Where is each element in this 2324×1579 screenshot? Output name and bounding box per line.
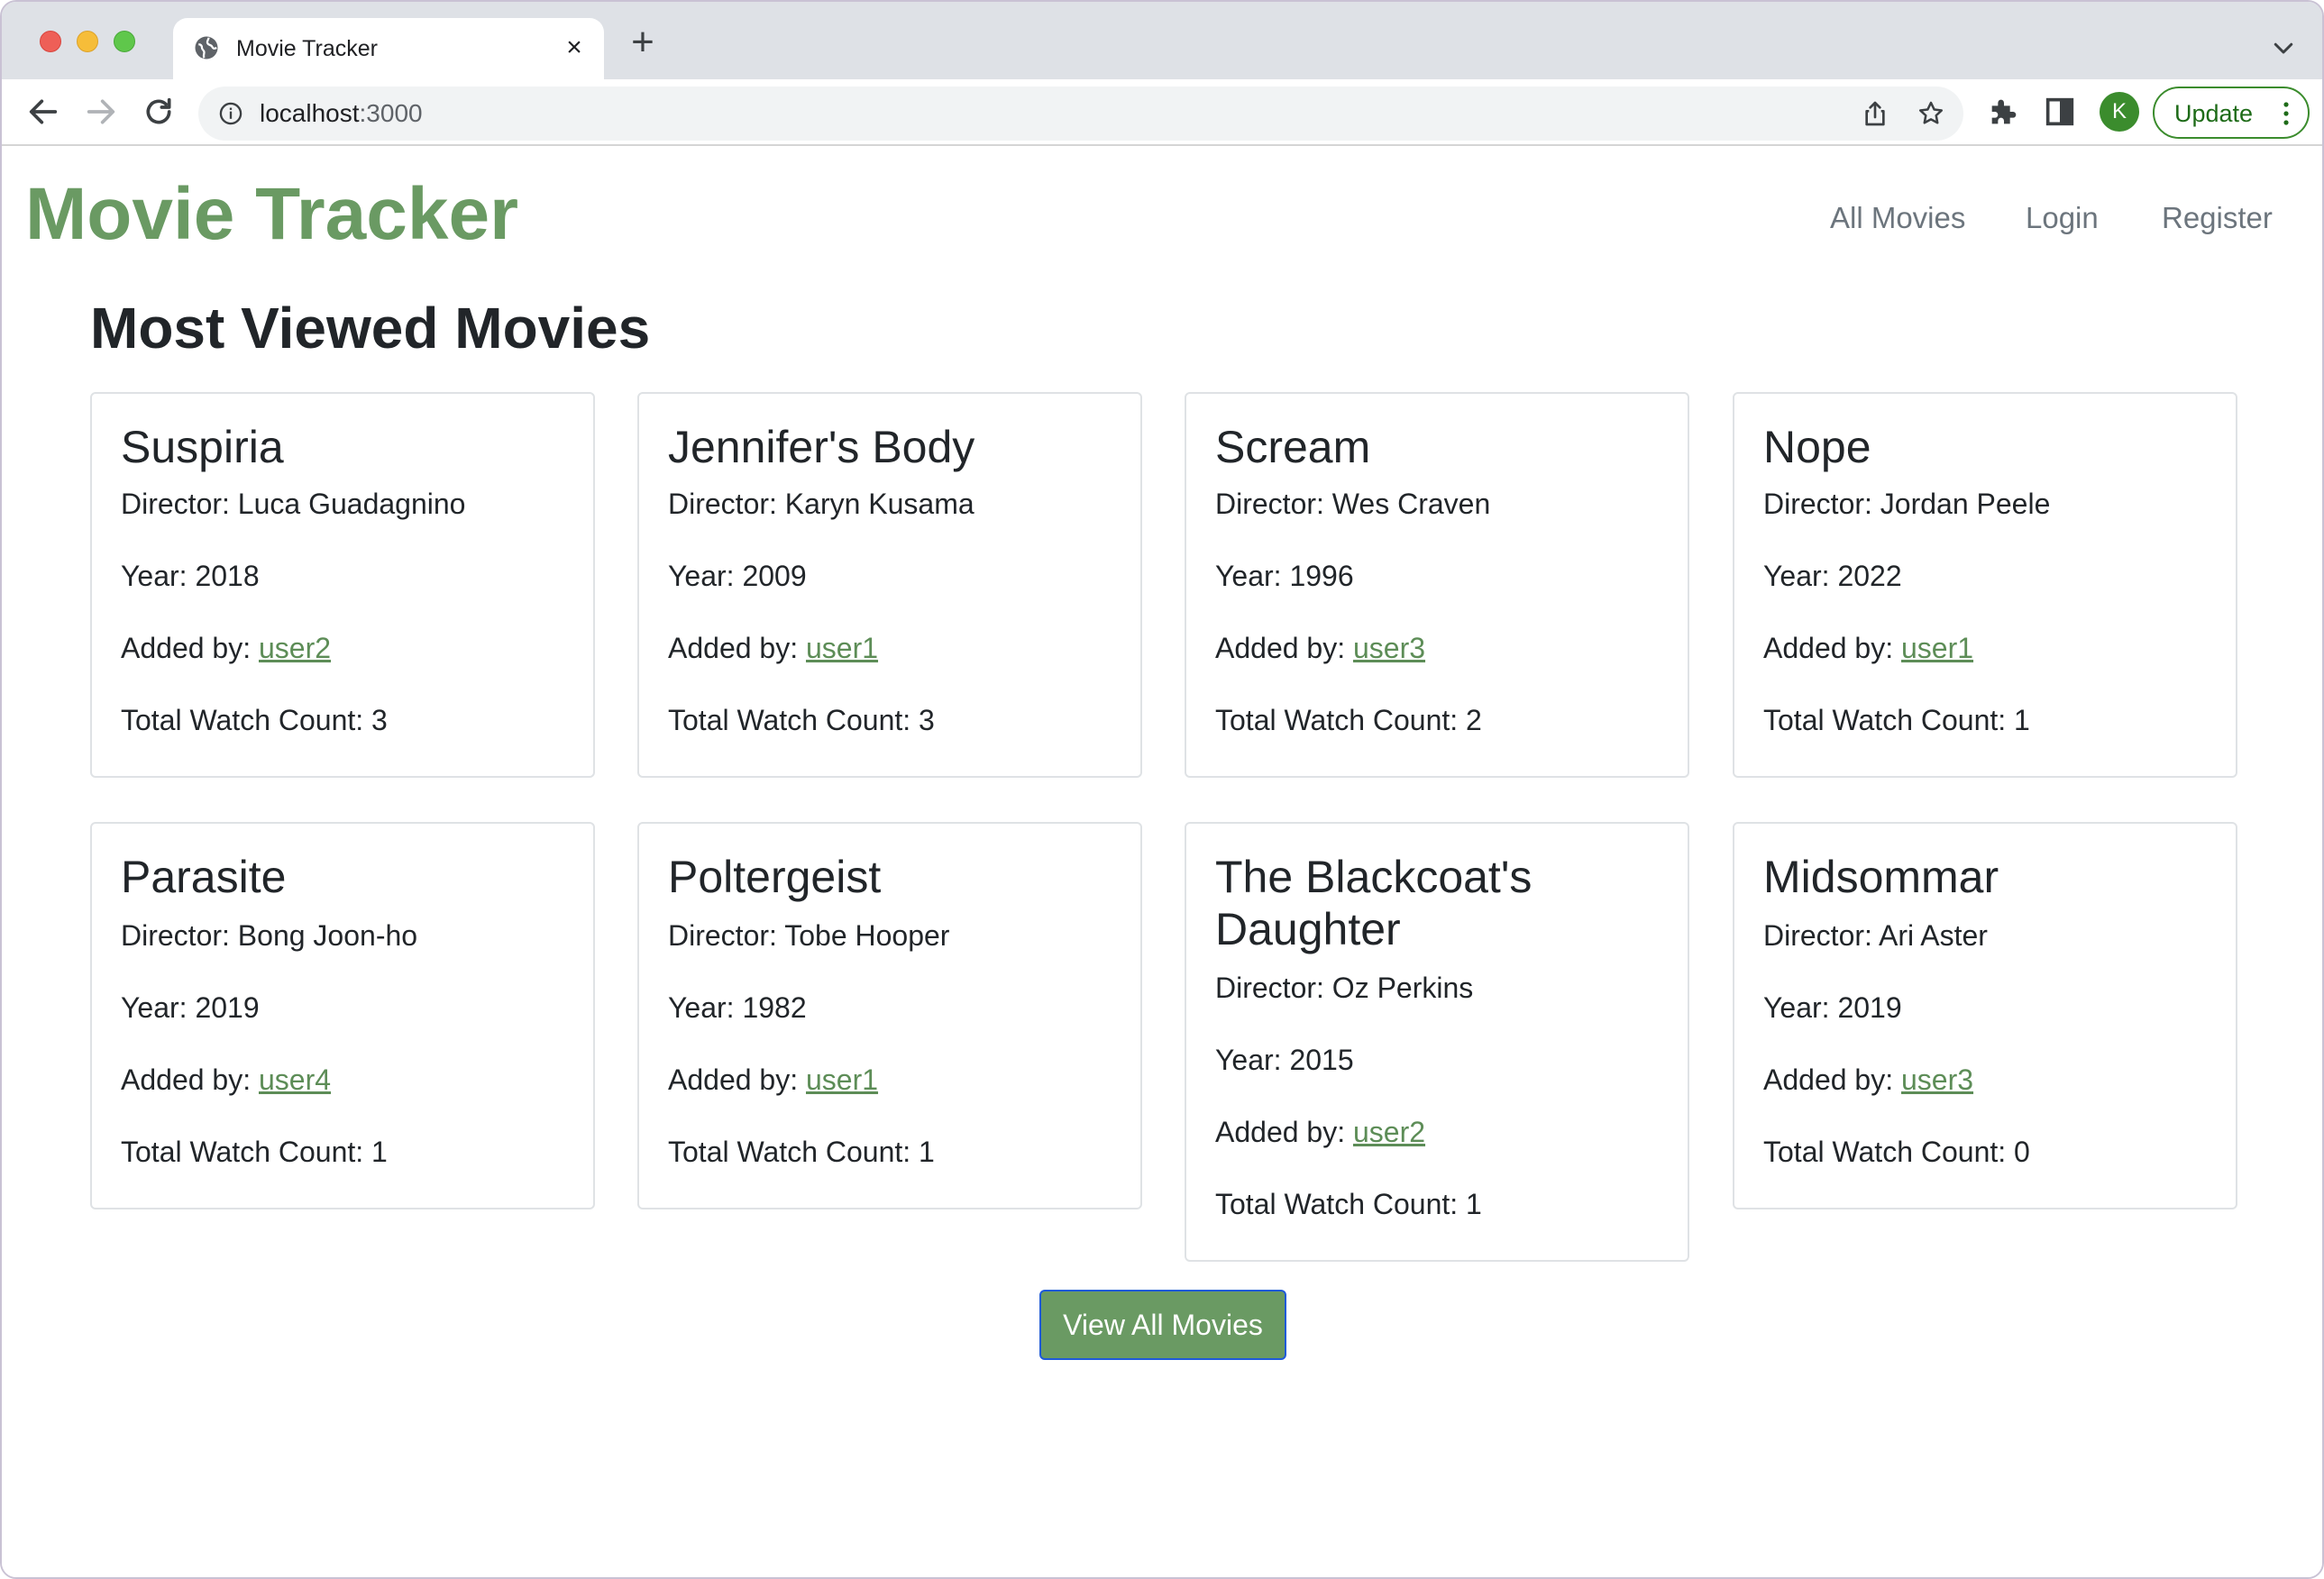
movie-title: The Blackcoat's Daughter bbox=[1215, 852, 1533, 954]
movie-title: Nope bbox=[1763, 422, 1871, 472]
tab-title: Movie Tracker bbox=[236, 36, 378, 61]
user-link[interactable]: user4 bbox=[259, 1063, 331, 1096]
url-text: localhost:3000 bbox=[260, 99, 423, 127]
extensions-puzzle-icon[interactable] bbox=[1986, 94, 2022, 130]
site-brand[interactable]: Movie Tracker bbox=[25, 171, 518, 258]
movie-year: Year: 1996 bbox=[1215, 560, 1354, 592]
movie-card: Midsommar Director: Ari Aster Year: 2019… bbox=[1733, 822, 2237, 1209]
more-vertical-icon bbox=[2283, 102, 2289, 125]
movie-watch-count: Total Watch Count: 3 bbox=[668, 704, 935, 736]
nav-register[interactable]: Register bbox=[2162, 200, 2273, 236]
minimize-window-button[interactable] bbox=[77, 31, 98, 52]
page-title: Most Viewed Movies bbox=[90, 296, 651, 361]
movie-director: Director: Karyn Kusama bbox=[668, 488, 974, 520]
movie-director: Director: Wes Craven bbox=[1215, 488, 1491, 520]
user-link[interactable]: user3 bbox=[1901, 1063, 1973, 1096]
chevron-down-icon[interactable] bbox=[2270, 34, 2297, 61]
share-icon[interactable] bbox=[1861, 99, 1889, 128]
movie-card: Nope Director: Jordan Peele Year: 2022 A… bbox=[1733, 392, 2237, 778]
nav-login[interactable]: Login bbox=[2026, 200, 2099, 236]
movie-director: Director: Oz Perkins bbox=[1215, 972, 1474, 1004]
movie-card: The Blackcoat's Daughter Director: Oz Pe… bbox=[1185, 822, 1689, 1262]
close-tab-icon[interactable]: × bbox=[561, 34, 588, 61]
movie-watch-count: Total Watch Count: 3 bbox=[121, 704, 388, 736]
movie-watch-count: Total Watch Count: 1 bbox=[1215, 1188, 1482, 1220]
movie-watch-count: Total Watch Count: 1 bbox=[121, 1136, 388, 1168]
movie-added-by: Added by: user1 bbox=[668, 1063, 879, 1096]
movie-added-by: Added by: user4 bbox=[121, 1063, 332, 1096]
movie-watch-count: Total Watch Count: 1 bbox=[1763, 704, 2030, 736]
user-link[interactable]: user2 bbox=[1353, 1116, 1425, 1148]
browser-toolbar: localhost:3000 K Update bbox=[2, 79, 2322, 146]
update-button[interactable]: Update bbox=[2153, 87, 2310, 139]
user-link[interactable]: user3 bbox=[1353, 632, 1425, 664]
browser-window: Movie Tracker × + localhost:3000 K Updat… bbox=[0, 0, 2324, 1579]
back-arrow-icon[interactable] bbox=[25, 94, 61, 130]
browser-tab[interactable]: Movie Tracker × bbox=[173, 18, 604, 79]
movie-added-by: Added by: user3 bbox=[1215, 632, 1426, 664]
movie-card: Scream Director: Wes Craven Year: 1996 A… bbox=[1185, 392, 1689, 778]
reload-icon[interactable] bbox=[141, 94, 177, 130]
bookmark-star-icon[interactable] bbox=[1917, 99, 1945, 128]
tab-strip: Movie Tracker × + bbox=[2, 2, 2322, 79]
movie-year: Year: 2015 bbox=[1215, 1044, 1354, 1076]
forward-arrow-icon[interactable] bbox=[83, 94, 119, 130]
profile-avatar[interactable]: K bbox=[2100, 92, 2139, 132]
movie-added-by: Added by: user1 bbox=[1763, 632, 1974, 664]
movie-year: Year: 2019 bbox=[1763, 991, 1902, 1024]
side-panel-icon[interactable] bbox=[2042, 94, 2078, 130]
movie-director: Director: Luca Guadagnino bbox=[121, 488, 466, 520]
movie-year: Year: 2022 bbox=[1763, 560, 1902, 592]
movie-card: Suspiria Director: Luca Guadagnino Year:… bbox=[90, 392, 595, 778]
movie-card: Parasite Director: Bong Joon-ho Year: 20… bbox=[90, 822, 595, 1209]
user-link[interactable]: user1 bbox=[1901, 632, 1973, 664]
movie-year: Year: 2019 bbox=[121, 991, 260, 1024]
movie-added-by: Added by: user1 bbox=[668, 632, 879, 664]
movie-year: Year: 2009 bbox=[668, 560, 807, 592]
info-icon[interactable] bbox=[218, 101, 243, 126]
movie-year: Year: 2018 bbox=[121, 560, 260, 592]
user-link[interactable]: user2 bbox=[259, 632, 331, 664]
movie-title: Suspiria bbox=[121, 422, 284, 472]
movie-director: Director: Bong Joon-ho bbox=[121, 919, 418, 952]
user-link[interactable]: user1 bbox=[806, 632, 878, 664]
update-label: Update bbox=[2174, 100, 2254, 127]
movie-director: Director: Tobe Hooper bbox=[668, 919, 950, 952]
movie-card: Jennifer's Body Director: Karyn Kusama Y… bbox=[637, 392, 1142, 778]
view-all-movies-button[interactable]: View All Movies bbox=[1039, 1290, 1286, 1360]
movie-added-by: Added by: user2 bbox=[1215, 1116, 1426, 1148]
movie-card: Poltergeist Director: Tobe Hooper Year: … bbox=[637, 822, 1142, 1209]
maximize-window-button[interactable] bbox=[114, 31, 135, 52]
nav-all-movies[interactable]: All Movies bbox=[1830, 200, 1965, 236]
movie-added-by: Added by: user2 bbox=[121, 632, 332, 664]
movie-title: Scream bbox=[1215, 422, 1371, 472]
movie-year: Year: 1982 bbox=[668, 991, 807, 1024]
close-window-button[interactable] bbox=[40, 31, 61, 52]
movie-watch-count: Total Watch Count: 1 bbox=[668, 1136, 935, 1168]
globe-icon bbox=[195, 36, 218, 59]
user-link[interactable]: user1 bbox=[806, 1063, 878, 1096]
address-bar[interactable]: localhost:3000 bbox=[198, 87, 1963, 141]
movie-title: Poltergeist bbox=[668, 852, 882, 902]
new-tab-icon[interactable]: + bbox=[627, 23, 658, 62]
movie-director: Director: Ari Aster bbox=[1763, 919, 1988, 952]
movie-director: Director: Jordan Peele bbox=[1763, 488, 2051, 520]
web-page: Movie Tracker All Movies Login Register … bbox=[2, 146, 2322, 1577]
movie-added-by: Added by: user3 bbox=[1763, 1063, 1974, 1096]
movie-title: Midsommar bbox=[1763, 852, 1999, 902]
movie-title: Parasite bbox=[121, 852, 287, 902]
movie-title: Jennifer's Body bbox=[668, 422, 975, 472]
movie-watch-count: Total Watch Count: 2 bbox=[1215, 704, 1482, 736]
movie-watch-count: Total Watch Count: 0 bbox=[1763, 1136, 2030, 1168]
